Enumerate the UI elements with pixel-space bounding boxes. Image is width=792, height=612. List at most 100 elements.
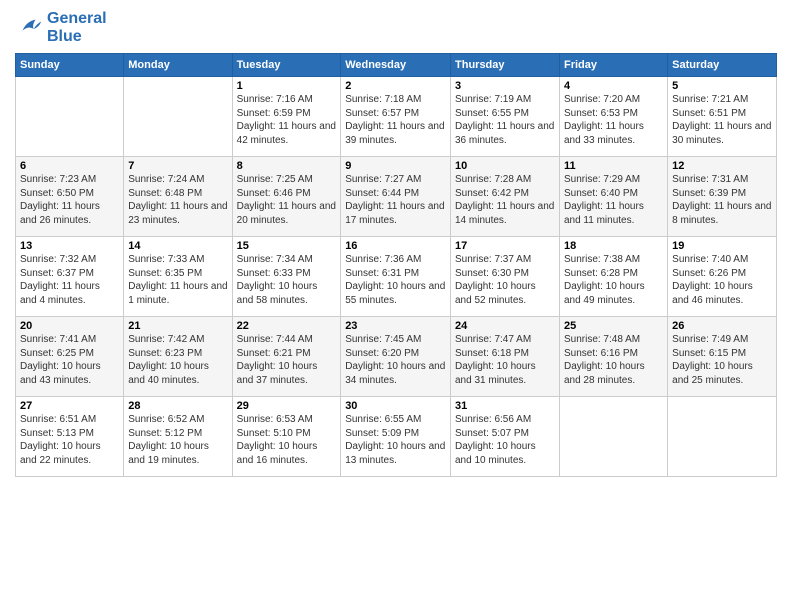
day-number: 11 bbox=[564, 160, 663, 172]
day-number: 24 bbox=[455, 320, 555, 332]
weekday-header-thursday: Thursday bbox=[451, 54, 560, 77]
calendar-cell: 22Sunrise: 7:44 AMSunset: 6:21 PMDayligh… bbox=[232, 317, 341, 397]
day-info: Sunrise: 7:44 AMSunset: 6:21 PMDaylight:… bbox=[237, 333, 337, 387]
calendar-cell: 30Sunrise: 6:55 AMSunset: 5:09 PMDayligh… bbox=[341, 397, 451, 477]
day-info: Sunrise: 6:52 AMSunset: 5:12 PMDaylight:… bbox=[128, 413, 227, 467]
calendar-cell: 11Sunrise: 7:29 AMSunset: 6:40 PMDayligh… bbox=[559, 157, 667, 237]
calendar-cell: 27Sunrise: 6:51 AMSunset: 5:13 PMDayligh… bbox=[16, 397, 124, 477]
weekday-header-monday: Monday bbox=[124, 54, 232, 77]
day-number: 27 bbox=[20, 400, 119, 412]
day-number: 20 bbox=[20, 320, 119, 332]
day-info: Sunrise: 7:34 AMSunset: 6:33 PMDaylight:… bbox=[237, 253, 337, 307]
weekday-header-tuesday: Tuesday bbox=[232, 54, 341, 77]
day-info: Sunrise: 7:27 AMSunset: 6:44 PMDaylight:… bbox=[345, 173, 446, 227]
day-number: 28 bbox=[128, 400, 227, 412]
calendar-cell: 29Sunrise: 6:53 AMSunset: 5:10 PMDayligh… bbox=[232, 397, 341, 477]
calendar-cell bbox=[124, 77, 232, 157]
day-info: Sunrise: 7:42 AMSunset: 6:23 PMDaylight:… bbox=[128, 333, 227, 387]
day-info: Sunrise: 7:29 AMSunset: 6:40 PMDaylight:… bbox=[564, 173, 663, 227]
week-row-4: 20Sunrise: 7:41 AMSunset: 6:25 PMDayligh… bbox=[16, 317, 777, 397]
day-number: 25 bbox=[564, 320, 663, 332]
calendar-cell: 23Sunrise: 7:45 AMSunset: 6:20 PMDayligh… bbox=[341, 317, 451, 397]
day-number: 19 bbox=[672, 240, 772, 252]
day-info: Sunrise: 7:37 AMSunset: 6:30 PMDaylight:… bbox=[455, 253, 555, 307]
day-number: 7 bbox=[128, 160, 227, 172]
header: General Blue bbox=[15, 10, 777, 45]
day-number: 15 bbox=[237, 240, 337, 252]
day-number: 8 bbox=[237, 160, 337, 172]
weekday-header-sunday: Sunday bbox=[16, 54, 124, 77]
calendar-cell: 19Sunrise: 7:40 AMSunset: 6:26 PMDayligh… bbox=[668, 237, 777, 317]
day-info: Sunrise: 7:41 AMSunset: 6:25 PMDaylight:… bbox=[20, 333, 119, 387]
calendar-cell: 28Sunrise: 6:52 AMSunset: 5:12 PMDayligh… bbox=[124, 397, 232, 477]
calendar-cell: 10Sunrise: 7:28 AMSunset: 6:42 PMDayligh… bbox=[451, 157, 560, 237]
day-number: 10 bbox=[455, 160, 555, 172]
day-info: Sunrise: 7:45 AMSunset: 6:20 PMDaylight:… bbox=[345, 333, 446, 387]
calendar-cell: 2Sunrise: 7:18 AMSunset: 6:57 PMDaylight… bbox=[341, 77, 451, 157]
day-number: 3 bbox=[455, 80, 555, 92]
calendar-cell: 31Sunrise: 6:56 AMSunset: 5:07 PMDayligh… bbox=[451, 397, 560, 477]
day-info: Sunrise: 7:28 AMSunset: 6:42 PMDaylight:… bbox=[455, 173, 555, 227]
calendar-cell: 8Sunrise: 7:25 AMSunset: 6:46 PMDaylight… bbox=[232, 157, 341, 237]
day-number: 23 bbox=[345, 320, 446, 332]
day-info: Sunrise: 7:16 AMSunset: 6:59 PMDaylight:… bbox=[237, 93, 337, 147]
day-info: Sunrise: 7:18 AMSunset: 6:57 PMDaylight:… bbox=[345, 93, 446, 147]
calendar-cell: 13Sunrise: 7:32 AMSunset: 6:37 PMDayligh… bbox=[16, 237, 124, 317]
calendar-cell: 14Sunrise: 7:33 AMSunset: 6:35 PMDayligh… bbox=[124, 237, 232, 317]
calendar-page: General Blue SundayMondayTuesdayWednesda… bbox=[0, 0, 792, 612]
weekday-header-saturday: Saturday bbox=[668, 54, 777, 77]
weekday-header-wednesday: Wednesday bbox=[341, 54, 451, 77]
day-info: Sunrise: 7:24 AMSunset: 6:48 PMDaylight:… bbox=[128, 173, 227, 227]
day-number: 29 bbox=[237, 400, 337, 412]
calendar-cell: 25Sunrise: 7:48 AMSunset: 6:16 PMDayligh… bbox=[559, 317, 667, 397]
calendar-table: SundayMondayTuesdayWednesdayThursdayFrid… bbox=[15, 53, 777, 477]
calendar-cell: 21Sunrise: 7:42 AMSunset: 6:23 PMDayligh… bbox=[124, 317, 232, 397]
calendar-cell: 18Sunrise: 7:38 AMSunset: 6:28 PMDayligh… bbox=[559, 237, 667, 317]
week-row-3: 13Sunrise: 7:32 AMSunset: 6:37 PMDayligh… bbox=[16, 237, 777, 317]
calendar-cell: 12Sunrise: 7:31 AMSunset: 6:39 PMDayligh… bbox=[668, 157, 777, 237]
day-number: 17 bbox=[455, 240, 555, 252]
calendar-cell bbox=[559, 397, 667, 477]
day-number: 2 bbox=[345, 80, 446, 92]
calendar-cell: 6Sunrise: 7:23 AMSunset: 6:50 PMDaylight… bbox=[16, 157, 124, 237]
day-number: 26 bbox=[672, 320, 772, 332]
day-number: 1 bbox=[237, 80, 337, 92]
logo: General Blue bbox=[15, 10, 107, 45]
day-number: 30 bbox=[345, 400, 446, 412]
calendar-cell: 1Sunrise: 7:16 AMSunset: 6:59 PMDaylight… bbox=[232, 77, 341, 157]
day-number: 9 bbox=[345, 160, 446, 172]
day-info: Sunrise: 6:53 AMSunset: 5:10 PMDaylight:… bbox=[237, 413, 337, 467]
day-info: Sunrise: 7:23 AMSunset: 6:50 PMDaylight:… bbox=[20, 173, 119, 227]
day-number: 31 bbox=[455, 400, 555, 412]
calendar-cell: 7Sunrise: 7:24 AMSunset: 6:48 PMDaylight… bbox=[124, 157, 232, 237]
calendar-cell: 17Sunrise: 7:37 AMSunset: 6:30 PMDayligh… bbox=[451, 237, 560, 317]
day-number: 18 bbox=[564, 240, 663, 252]
day-info: Sunrise: 7:49 AMSunset: 6:15 PMDaylight:… bbox=[672, 333, 772, 387]
day-number: 13 bbox=[20, 240, 119, 252]
day-info: Sunrise: 7:31 AMSunset: 6:39 PMDaylight:… bbox=[672, 173, 772, 227]
calendar-cell: 3Sunrise: 7:19 AMSunset: 6:55 PMDaylight… bbox=[451, 77, 560, 157]
day-number: 14 bbox=[128, 240, 227, 252]
weekday-header-friday: Friday bbox=[559, 54, 667, 77]
calendar-cell: 4Sunrise: 7:20 AMSunset: 6:53 PMDaylight… bbox=[559, 77, 667, 157]
day-info: Sunrise: 7:25 AMSunset: 6:46 PMDaylight:… bbox=[237, 173, 337, 227]
week-row-2: 6Sunrise: 7:23 AMSunset: 6:50 PMDaylight… bbox=[16, 157, 777, 237]
day-info: Sunrise: 7:33 AMSunset: 6:35 PMDaylight:… bbox=[128, 253, 227, 307]
calendar-cell: 16Sunrise: 7:36 AMSunset: 6:31 PMDayligh… bbox=[341, 237, 451, 317]
logo-icon bbox=[15, 14, 43, 42]
day-number: 21 bbox=[128, 320, 227, 332]
calendar-cell: 15Sunrise: 7:34 AMSunset: 6:33 PMDayligh… bbox=[232, 237, 341, 317]
day-number: 4 bbox=[564, 80, 663, 92]
day-info: Sunrise: 7:20 AMSunset: 6:53 PMDaylight:… bbox=[564, 93, 663, 147]
day-info: Sunrise: 7:19 AMSunset: 6:55 PMDaylight:… bbox=[455, 93, 555, 147]
day-info: Sunrise: 6:51 AMSunset: 5:13 PMDaylight:… bbox=[20, 413, 119, 467]
day-info: Sunrise: 7:21 AMSunset: 6:51 PMDaylight:… bbox=[672, 93, 772, 147]
week-row-1: 1Sunrise: 7:16 AMSunset: 6:59 PMDaylight… bbox=[16, 77, 777, 157]
day-info: Sunrise: 7:40 AMSunset: 6:26 PMDaylight:… bbox=[672, 253, 772, 307]
calendar-cell: 9Sunrise: 7:27 AMSunset: 6:44 PMDaylight… bbox=[341, 157, 451, 237]
day-info: Sunrise: 6:56 AMSunset: 5:07 PMDaylight:… bbox=[455, 413, 555, 467]
week-row-5: 27Sunrise: 6:51 AMSunset: 5:13 PMDayligh… bbox=[16, 397, 777, 477]
calendar-cell: 24Sunrise: 7:47 AMSunset: 6:18 PMDayligh… bbox=[451, 317, 560, 397]
day-info: Sunrise: 7:36 AMSunset: 6:31 PMDaylight:… bbox=[345, 253, 446, 307]
calendar-cell: 20Sunrise: 7:41 AMSunset: 6:25 PMDayligh… bbox=[16, 317, 124, 397]
